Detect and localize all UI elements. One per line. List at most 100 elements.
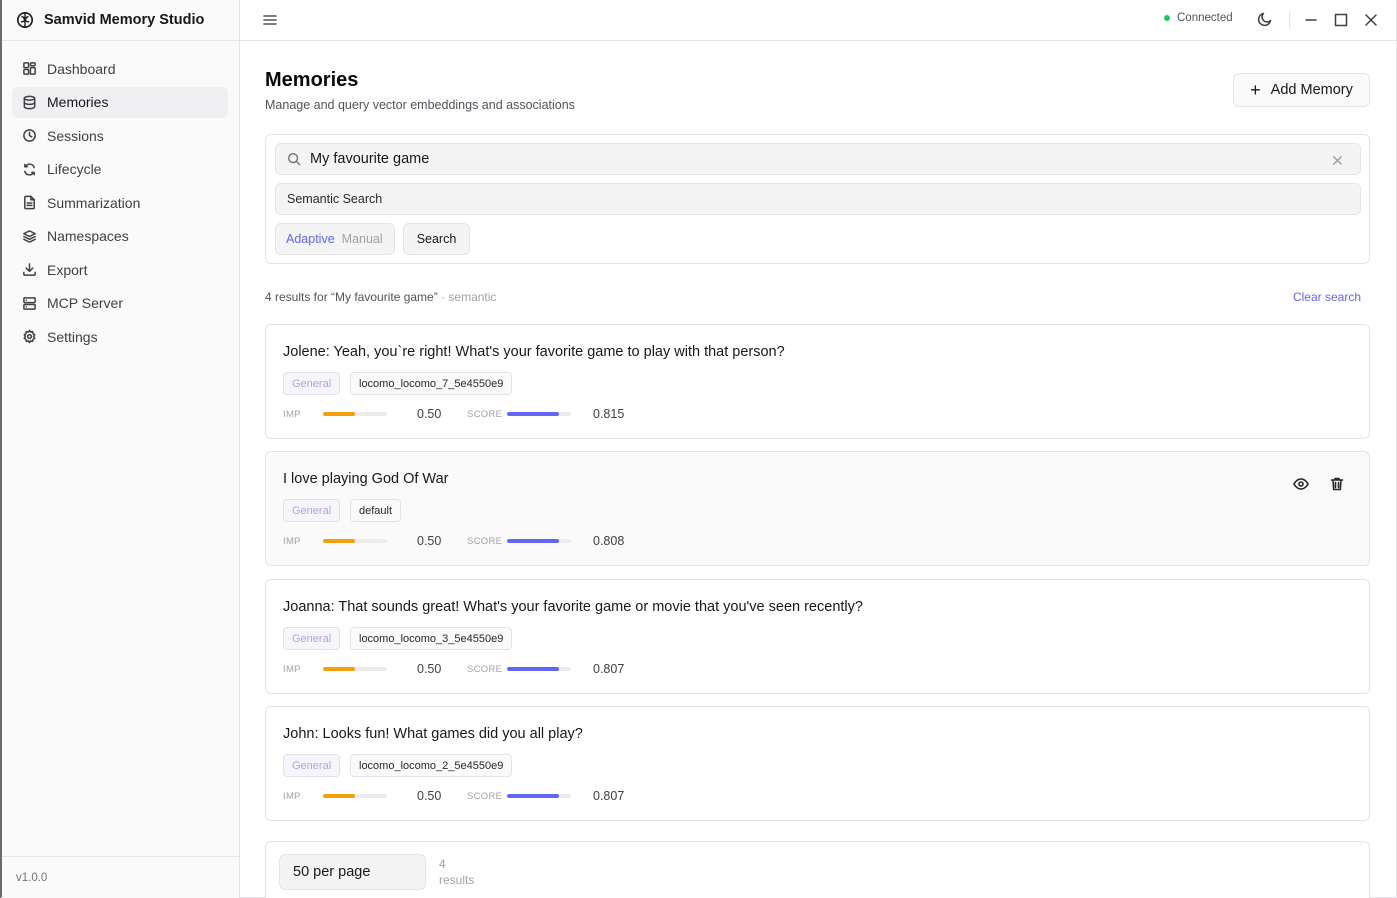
- app-title: Samvid Memory Studio: [44, 12, 205, 28]
- database-icon: [23, 95, 36, 109]
- memory-text: I love playing God Of War: [283, 471, 449, 487]
- search-field[interactable]: [275, 143, 1361, 175]
- sidebar-item-mcp-server[interactable]: MCP Server: [12, 288, 228, 319]
- status-dot-icon: [1164, 15, 1170, 21]
- clear-search-link[interactable]: Clear search: [1293, 290, 1361, 304]
- importance-bar-fill: [323, 412, 355, 416]
- sidebar-item-label: MCP Server: [47, 295, 123, 311]
- gear-icon: [23, 329, 36, 344]
- namespace-tag: locomo_locomo_2_5e4550e9: [350, 754, 513, 777]
- sidebar-item-label: Summarization: [47, 194, 141, 211]
- memory-text: Jolene: Yeah, you`re right! What's your …: [283, 344, 785, 360]
- results-summary-text: 4 results for “My favourite game”: [265, 290, 438, 304]
- maximize-button[interactable]: [1333, 12, 1351, 30]
- category-tag: General: [283, 627, 341, 650]
- sidebar-nav: Dashboard Memories Sessions Lifecycle Su…: [12, 53, 228, 355]
- sidebar-item-label: Namespaces: [47, 228, 129, 244]
- brain-logo-icon: [16, 11, 34, 29]
- memory-card[interactable]: Joanna: That sounds great! What's your f…: [265, 579, 1370, 694]
- search-panel: Semantic Search Adaptive Manual Search: [265, 134, 1370, 264]
- memory-text: John: Looks fun! What games did you all …: [283, 726, 583, 742]
- add-memory-label: Add Memory: [1270, 82, 1353, 98]
- clear-query-button[interactable]: [1332, 153, 1344, 165]
- importance-bar-fill: [323, 667, 355, 671]
- score-bar-fill: [507, 667, 559, 671]
- memory-text: Joanna: That sounds great! What's your f…: [283, 599, 863, 615]
- score-label: SCORE: [467, 536, 503, 547]
- category-tag: General: [283, 499, 341, 522]
- results-count-number: 4: [439, 857, 446, 871]
- importance-value: 0.50: [417, 407, 442, 421]
- clock-icon: [23, 129, 36, 142]
- sidebar-item-label: Export: [47, 261, 88, 278]
- results-count: 4 results: [439, 856, 489, 888]
- importance-value: 0.50: [417, 789, 442, 803]
- importance-bar-fill: [323, 794, 355, 798]
- search-button[interactable]: Search: [403, 223, 470, 255]
- minimize-button[interactable]: [1303, 12, 1321, 30]
- view-memory-button[interactable]: [1293, 476, 1311, 494]
- toggle-manual[interactable]: Manual: [342, 232, 383, 246]
- score-value: 0.807: [593, 789, 625, 803]
- score-bar: [507, 412, 571, 416]
- sidebar-item-export[interactable]: Export: [12, 254, 228, 285]
- sidebar-item-dashboard[interactable]: Dashboard: [12, 53, 228, 84]
- sidebar-item-summarization[interactable]: Summarization: [12, 187, 228, 218]
- namespace-tag: locomo_locomo_3_5e4550e9: [350, 627, 513, 650]
- memory-card[interactable]: John: Looks fun! What games did you all …: [265, 706, 1370, 821]
- adaptive-manual-toggle[interactable]: Adaptive Manual: [275, 223, 395, 255]
- score-bar-fill: [507, 539, 559, 543]
- status-text: Connected: [1177, 12, 1233, 24]
- sidebar-item-label: Settings: [47, 328, 98, 345]
- close-icon: [1333, 156, 1342, 165]
- menu-toggle-button[interactable]: [262, 12, 280, 30]
- topbar: Connected: [240, 0, 1396, 41]
- namespace-tag: locomo_locomo_7_5e4550e9: [350, 372, 513, 395]
- importance-bar-fill: [323, 539, 355, 543]
- search-mode-value: Semantic Search: [287, 192, 383, 206]
- brand: Samvid Memory Studio: [2, 0, 240, 41]
- page-title: Memories: [265, 69, 359, 91]
- sidebar-item-lifecycle[interactable]: Lifecycle: [12, 154, 228, 185]
- delete-memory-button[interactable]: [1329, 476, 1347, 494]
- category-tag: General: [283, 372, 341, 395]
- sidebar-item-namespaces[interactable]: Namespaces: [12, 221, 228, 252]
- importance-label: IMP: [283, 409, 301, 420]
- server-icon: [23, 296, 36, 310]
- sidebar: Samvid Memory Studio Dashboard Memories …: [2, 0, 240, 898]
- per-page-select[interactable]: 50 per page: [279, 854, 426, 890]
- score-label: SCORE: [467, 409, 503, 420]
- score-bar: [507, 794, 571, 798]
- theme-toggle-button[interactable]: [1257, 11, 1275, 29]
- toggle-adaptive[interactable]: Adaptive: [286, 232, 335, 246]
- add-memory-button[interactable]: + Add Memory: [1233, 73, 1370, 107]
- topbar-divider: [1289, 12, 1290, 28]
- connection-status: Connected: [1164, 12, 1233, 24]
- sidebar-item-label: Memories: [47, 94, 109, 110]
- search-input[interactable]: [310, 144, 1332, 174]
- sidebar-item-memories[interactable]: Memories: [12, 86, 228, 118]
- results-summary: 4 results for “My favourite game” · sema…: [265, 290, 496, 304]
- results-count-label: results: [439, 873, 475, 887]
- sidebar-item-settings[interactable]: Settings: [12, 321, 228, 352]
- pagination-bar: 50 per page 4 results: [265, 841, 1370, 898]
- score-value: 0.807: [593, 662, 625, 676]
- memory-card[interactable]: Jolene: Yeah, you`re right! What's your …: [265, 324, 1370, 439]
- refresh-icon: [24, 162, 35, 176]
- score-value: 0.815: [593, 407, 625, 421]
- close-window-button[interactable]: [1363, 12, 1381, 30]
- sidebar-item-label: Dashboard: [47, 60, 116, 77]
- memory-card[interactable]: I love playing God Of War General defaul…: [265, 451, 1370, 566]
- score-bar-fill: [507, 412, 560, 416]
- minimize-icon: [1305, 19, 1317, 21]
- sidebar-item-sessions[interactable]: Sessions: [12, 120, 228, 151]
- eye-icon: [1293, 478, 1309, 490]
- card-actions: [1275, 476, 1347, 494]
- search-mode-select[interactable]: Semantic Search: [275, 183, 1361, 215]
- sidebar-item-label: Sessions: [47, 127, 104, 144]
- download-icon: [23, 263, 36, 276]
- importance-value: 0.50: [417, 662, 442, 676]
- score-value: 0.808: [593, 534, 625, 548]
- search-icon: [288, 153, 301, 166]
- dashboard-icon: [23, 62, 36, 75]
